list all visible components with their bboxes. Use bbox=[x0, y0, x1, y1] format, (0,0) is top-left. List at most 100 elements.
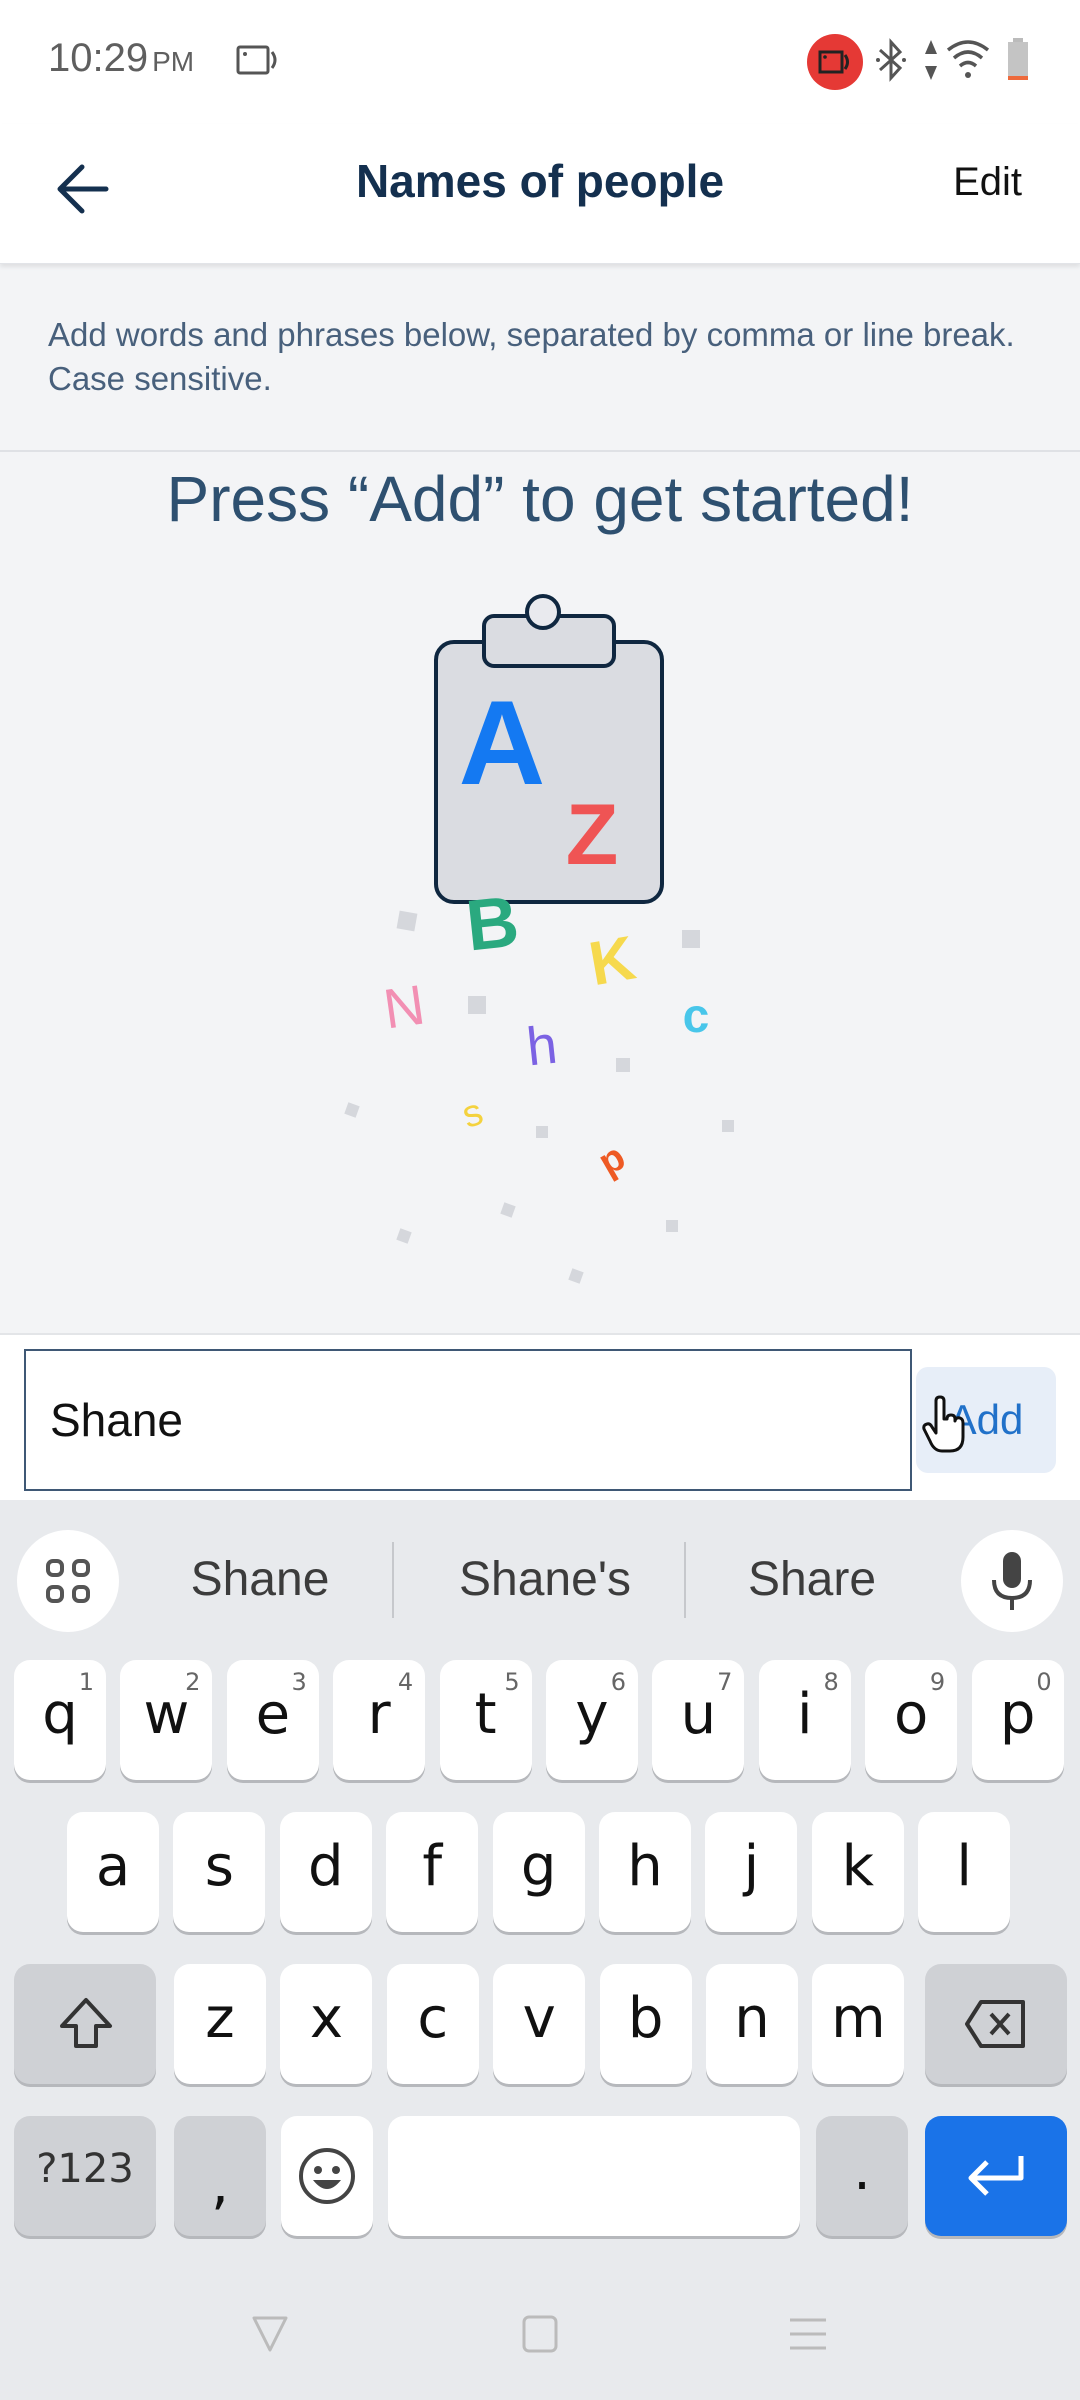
suggestion-3[interactable]: Share bbox=[692, 1540, 932, 1620]
name-input[interactable] bbox=[24, 1349, 912, 1491]
navigation-bar bbox=[0, 2250, 1080, 2400]
key-label: a bbox=[95, 1834, 131, 1899]
shift-key[interactable] bbox=[14, 1964, 156, 2084]
key-f[interactable]: f bbox=[386, 1812, 479, 1932]
letter-b: B bbox=[462, 881, 522, 966]
letter-z: Z bbox=[566, 787, 619, 883]
key-r[interactable]: r4 bbox=[333, 1660, 426, 1780]
key-label: . bbox=[853, 2138, 871, 2203]
key-label: l bbox=[956, 1834, 972, 1899]
key-u[interactable]: u7 bbox=[652, 1660, 745, 1780]
key-number-hint: 8 bbox=[823, 1668, 839, 1696]
letter-c: c bbox=[683, 990, 710, 1043]
time-text: 10:29 bbox=[48, 36, 149, 80]
add-item-bar: Add bbox=[0, 1333, 1080, 1500]
enter-key[interactable] bbox=[925, 2116, 1067, 2236]
key-label: v bbox=[522, 1986, 556, 2051]
screen-record-icon bbox=[236, 45, 277, 75]
ampm-text: PM bbox=[152, 46, 195, 77]
enter-arrow-icon bbox=[968, 2156, 1024, 2196]
key-g[interactable]: g bbox=[492, 1812, 585, 1932]
key-label: , bbox=[211, 2152, 229, 2217]
key-label: z bbox=[205, 1986, 235, 2051]
key-c[interactable]: c bbox=[386, 1964, 479, 2084]
key-label: s bbox=[204, 1834, 234, 1899]
backspace-icon bbox=[965, 2000, 1025, 2048]
key-d[interactable]: d bbox=[279, 1812, 372, 1932]
key-label: b bbox=[627, 1986, 664, 2051]
shift-arrow-icon bbox=[60, 1998, 112, 2048]
letter-n: N bbox=[380, 972, 429, 1040]
key-v[interactable]: v bbox=[493, 1964, 586, 2084]
key-number-hint: 0 bbox=[1036, 1668, 1052, 1696]
key-label: j bbox=[743, 1834, 760, 1899]
key-a[interactable]: a bbox=[67, 1812, 159, 1932]
data-arrows-icon bbox=[925, 40, 937, 80]
key-number-hint: 1 bbox=[78, 1668, 94, 1696]
instructions-text: Add words and phrases below, separated b… bbox=[48, 316, 1015, 397]
apps-grid-icon bbox=[46, 1559, 90, 1603]
instructions-panel: Add words and phrases below, separated b… bbox=[0, 265, 1080, 452]
letter-p: p bbox=[591, 1136, 632, 1184]
voice-input-button[interactable] bbox=[961, 1530, 1063, 1632]
bluetooth-icon bbox=[876, 38, 906, 82]
keyboard-menu-button[interactable] bbox=[17, 1530, 119, 1632]
key-p[interactable]: p0 bbox=[971, 1660, 1064, 1780]
emoji-key[interactable] bbox=[281, 2116, 373, 2236]
key-l[interactable]: l bbox=[918, 1812, 1011, 1932]
microphone-icon bbox=[992, 1552, 1032, 1610]
key-w[interactable]: w2 bbox=[120, 1660, 213, 1780]
key-label: c bbox=[417, 1986, 449, 2051]
key-label: n bbox=[734, 1986, 770, 2051]
status-bar: 10:29 PM bbox=[0, 0, 1080, 124]
key-label: k bbox=[841, 1834, 875, 1899]
key-y[interactable]: y6 bbox=[546, 1660, 638, 1780]
suggestion-2[interactable]: Shane's bbox=[400, 1540, 690, 1620]
key-q[interactable]: q1 bbox=[14, 1660, 106, 1780]
edit-button[interactable]: Edit bbox=[953, 160, 1022, 205]
key-label: x bbox=[309, 1986, 343, 2051]
battery-icon bbox=[1008, 38, 1028, 80]
comma-key[interactable]: , bbox=[174, 2116, 266, 2236]
key-s[interactable]: s bbox=[173, 1812, 266, 1932]
backspace-key[interactable] bbox=[925, 1964, 1067, 2084]
key-number-hint: 7 bbox=[717, 1668, 733, 1696]
key-label: f bbox=[422, 1834, 443, 1899]
key-label: h bbox=[627, 1834, 663, 1899]
status-time: 10:29 PM bbox=[48, 36, 194, 81]
page-title: Names of people bbox=[355, 155, 725, 207]
letter-h: h bbox=[524, 1015, 560, 1078]
app-bar: Names of people Edit bbox=[0, 124, 1080, 264]
key-t[interactable]: t5 bbox=[439, 1660, 532, 1780]
key-number-hint: 2 bbox=[185, 1668, 201, 1696]
recents-lines-icon[interactable] bbox=[788, 2314, 828, 2354]
symbols-key[interactable]: ?123 bbox=[14, 2116, 156, 2236]
key-e[interactable]: e3 bbox=[226, 1660, 319, 1780]
home-square-icon[interactable] bbox=[522, 2314, 558, 2354]
empty-state-title: Press “Add” to get started! bbox=[166, 463, 914, 535]
key-k[interactable]: k bbox=[811, 1812, 904, 1932]
key-i[interactable]: i8 bbox=[758, 1660, 851, 1780]
space-key[interactable] bbox=[388, 2116, 800, 2236]
suggestion-divider bbox=[392, 1542, 394, 1618]
back-triangle-icon[interactable] bbox=[250, 2314, 290, 2354]
emoji-smiley-icon bbox=[299, 2148, 355, 2204]
letter-k: K bbox=[584, 924, 640, 1000]
key-m[interactable]: m bbox=[812, 1964, 905, 2084]
key-z[interactable]: z bbox=[174, 1964, 266, 2084]
key-x[interactable]: x bbox=[280, 1964, 373, 2084]
key-n[interactable]: n bbox=[706, 1964, 798, 2084]
suggestion-divider bbox=[684, 1542, 686, 1618]
letter-s: s bbox=[457, 1091, 488, 1137]
key-b[interactable]: b bbox=[599, 1964, 692, 2084]
letter-a: A bbox=[459, 676, 546, 810]
key-number-hint: 9 bbox=[929, 1668, 946, 1696]
key-number-hint: 6 bbox=[610, 1668, 626, 1696]
camera-recording-icon bbox=[807, 34, 863, 90]
period-key[interactable]: . bbox=[816, 2116, 908, 2236]
key-o[interactable]: o9 bbox=[865, 1660, 958, 1780]
hand-cursor-icon bbox=[922, 1395, 965, 1453]
suggestion-1[interactable]: Shane bbox=[140, 1540, 380, 1620]
key-j[interactable]: j bbox=[705, 1812, 798, 1932]
key-h[interactable]: h bbox=[599, 1812, 691, 1932]
